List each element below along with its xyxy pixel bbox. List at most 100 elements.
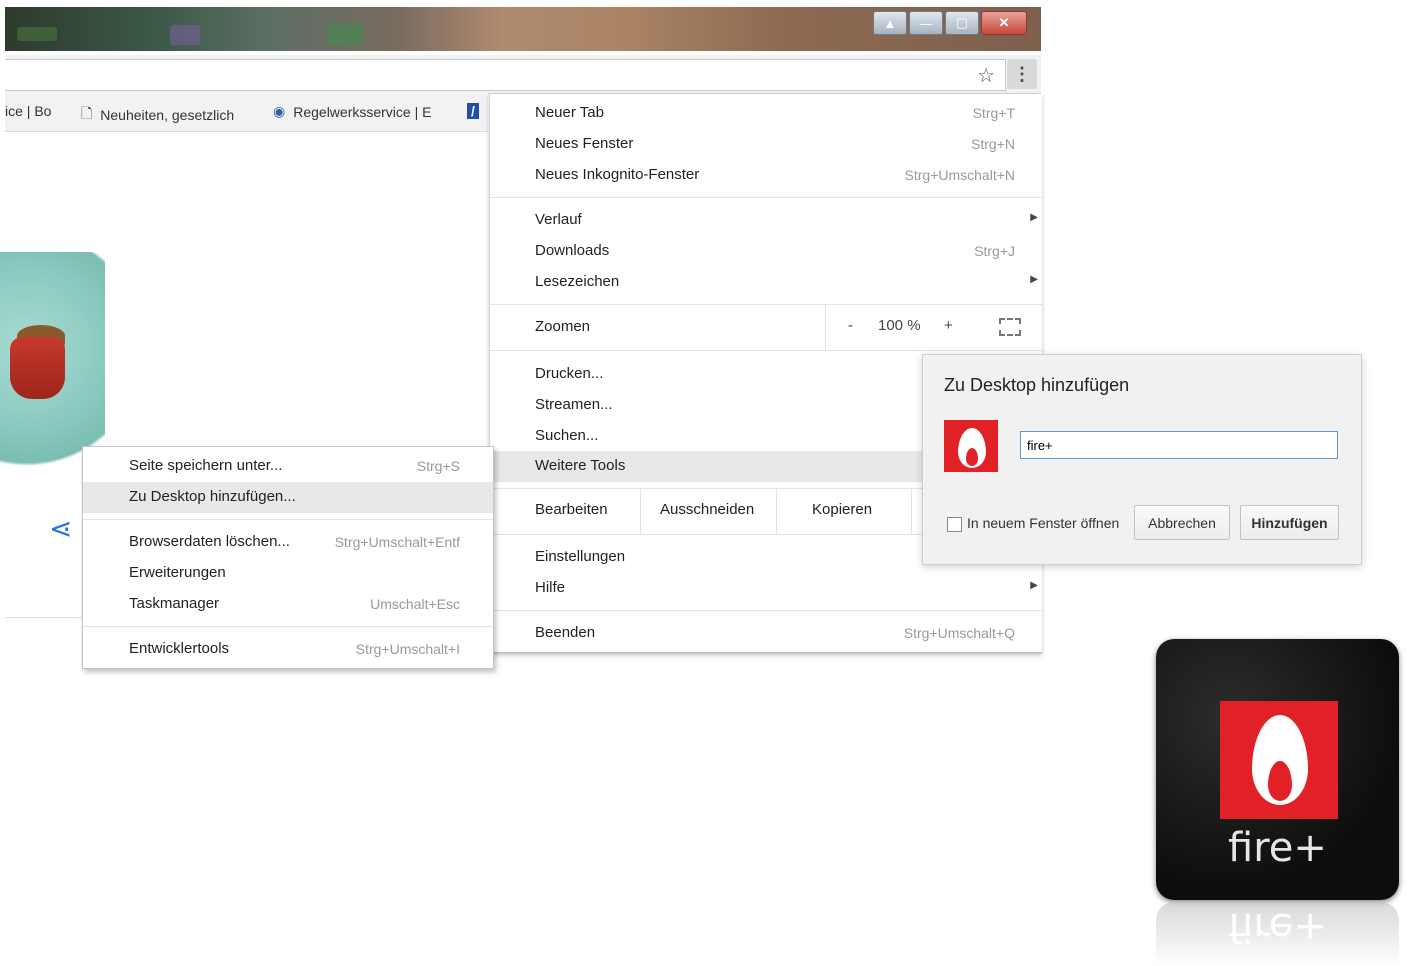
submenu-arrow-icon: ▶	[1030, 580, 1038, 591]
menu-item-shortcut: Strg+Umschalt+N	[904, 167, 1015, 183]
add-button-label: Hinzufügen	[1251, 514, 1328, 531]
submenu-item-dev-tools[interactable]: Entwicklertools Strg+Umschalt+I	[83, 634, 493, 665]
fullscreen-icon[interactable]	[999, 318, 1021, 336]
window-titlebar: ▲ — ▢ ✕	[5, 7, 1041, 51]
bookmark-star-icon[interactable]: ☆	[977, 63, 995, 88]
bookmark-label: ice | Bo	[5, 103, 52, 119]
menu-item-shortcut: Strg+Umschalt+Entf	[334, 534, 460, 550]
site-logo-icon: /	[467, 103, 479, 119]
account-icon[interactable]: ▲	[873, 11, 907, 35]
cut-button[interactable]: Ausschneiden	[640, 489, 777, 534]
menu-item-shortcut: Strg+J	[974, 243, 1015, 259]
menu-item-shortcut: Strg+Umschalt+I	[355, 641, 460, 657]
menu-item-label: Beenden	[535, 624, 596, 641]
menu-item-label: Drucken...	[535, 365, 604, 382]
menu-item-label: Einstellungen	[535, 548, 626, 565]
add-to-desktop-dialog: Zu Desktop hinzufügen In neuem Fenster ö…	[922, 354, 1362, 565]
bookmark-item[interactable]: 🗋 Neuheiten, gesetzlich	[81, 103, 234, 127]
menu-item-shortcut: Strg+S	[416, 458, 460, 474]
fire-app-icon	[944, 420, 998, 472]
menu-item-help[interactable]: Hilfe ▶	[490, 573, 1042, 604]
fire-app-large-icon	[1220, 701, 1338, 819]
share-icon[interactable]: ⋖	[49, 512, 72, 545]
submenu-item-clear-data[interactable]: Browserdaten löschen... Strg+Umschalt+En…	[83, 527, 493, 558]
close-button[interactable]: ✕	[981, 11, 1027, 35]
browser-toolbar: ☆ ⋮	[5, 55, 1041, 94]
menu-separator	[490, 350, 1042, 351]
menu-item-label: Verlauf	[535, 211, 582, 228]
menu-item-label: Suchen...	[535, 427, 599, 444]
menu-item-label: Erweiterungen	[129, 564, 226, 581]
open-new-window-label: In neuem Fenster öffnen	[967, 515, 1120, 531]
tile-label: fire+	[1228, 825, 1327, 871]
tile-reflection-label: fire+	[1228, 904, 1327, 950]
page-icon: 🗋	[81, 105, 93, 121]
menu-item-label: Neues Inkognito-Fenster	[535, 166, 700, 183]
menu-item-exit[interactable]: Beenden Strg+Umschalt+Q	[490, 618, 1042, 649]
acorn-character-illustration	[10, 337, 65, 399]
zoom-in-button[interactable]: +	[944, 317, 953, 334]
menu-item-label: Neuer Tab	[535, 104, 604, 121]
minimize-button[interactable]: —	[909, 11, 943, 35]
menu-item-history[interactable]: Verlauf ▶	[490, 205, 1042, 236]
menu-item-label: Zu Desktop hinzufügen...	[129, 488, 296, 505]
menu-item-new-incognito[interactable]: Neues Inkognito-Fenster Strg+Umschalt+N	[490, 160, 1042, 191]
menu-item-shortcut: Strg+T	[972, 105, 1015, 121]
menu-kebab-icon[interactable]: ⋮	[1007, 59, 1037, 89]
add-button[interactable]: Hinzufügen	[1240, 505, 1339, 540]
submenu-item-task-manager[interactable]: Taskmanager Umschalt+Esc	[83, 589, 493, 620]
submenu-item-save-page[interactable]: Seite speichern unter... Strg+S	[83, 451, 493, 482]
copy-label: Kopieren	[812, 501, 873, 518]
menu-item-label: Zoomen	[535, 318, 591, 335]
bookmark-item[interactable]: /	[467, 103, 479, 119]
menu-item-zoom: Zoomen - 100 % +	[490, 305, 1042, 350]
copy-button[interactable]: Kopieren	[776, 489, 912, 534]
globe-icon: ◉	[273, 103, 286, 119]
menu-item-bookmarks[interactable]: Lesezeichen ▶	[490, 267, 1042, 298]
bookmark-item[interactable]: ice | Bo	[5, 103, 51, 119]
menu-item-label: Weitere Tools	[535, 457, 626, 474]
menu-item-label: Hilfe	[535, 579, 566, 596]
menu-separator	[83, 626, 493, 627]
submenu-arrow-icon: ▶	[1030, 274, 1038, 285]
flame-core	[966, 448, 978, 466]
submenu-item-extensions[interactable]: Erweiterungen	[83, 558, 493, 589]
menu-item-label: Entwicklertools	[129, 640, 230, 657]
menu-item-label: Neues Fenster	[535, 135, 634, 152]
edit-label-cell: Bearbeiten	[490, 489, 641, 534]
tile-reflection: fire+	[1156, 902, 1399, 966]
menu-item-new-window[interactable]: Neues Fenster Strg+N	[490, 129, 1042, 160]
cancel-button[interactable]: Abbrechen	[1134, 505, 1230, 540]
submenu-item-add-to-desktop[interactable]: Zu Desktop hinzufügen...	[83, 482, 493, 513]
menu-item-label: Lesezeichen	[535, 273, 620, 290]
menu-item-label: Streamen...	[535, 396, 613, 413]
menu-item-downloads[interactable]: Downloads Strg+J	[490, 236, 1042, 267]
bookmarks-bar: ice | Bo 🗋 Neuheiten, gesetzlich ◉ Regel…	[5, 93, 488, 132]
app-name-input[interactable]	[1020, 431, 1338, 459]
desktop-shortcut-tile[interactable]: fire+	[1156, 639, 1399, 900]
menu-separator	[83, 519, 493, 520]
bookmark-item[interactable]: ◉ Regelwerksservice | E	[273, 103, 431, 120]
menu-item-label: Downloads	[535, 242, 610, 259]
open-new-window-checkbox[interactable]	[947, 517, 962, 532]
submenu-arrow-icon: ▶	[1030, 212, 1038, 223]
menu-item-shortcut: Strg+N	[971, 136, 1015, 152]
bookmark-label: Regelwerksservice | E	[293, 103, 432, 120]
zoom-out-button[interactable]: -	[848, 317, 853, 334]
cut-label: Ausschneiden	[660, 501, 755, 518]
bookmark-label: Neuheiten, gesetzlich	[100, 107, 235, 123]
maximize-button[interactable]: ▢	[945, 11, 979, 35]
address-bar[interactable]	[5, 59, 1006, 91]
more-tools-submenu: Seite speichern unter... Strg+S Zu Deskt…	[82, 446, 494, 669]
menu-item-label: Browserdaten löschen...	[129, 533, 290, 550]
flame-core	[1268, 761, 1292, 801]
menu-separator	[490, 610, 1042, 611]
menu-item-new-tab[interactable]: Neuer Tab Strg+T	[490, 98, 1042, 129]
menu-item-label: Taskmanager	[129, 595, 220, 612]
menu-item-label: Seite speichern unter...	[129, 457, 283, 474]
window-controls: ▲ — ▢ ✕	[873, 11, 1027, 37]
zoom-controls: - 100 % +	[825, 305, 1043, 350]
menu-item-label: Bearbeiten	[535, 501, 608, 518]
cancel-button-label: Abbrechen	[1148, 514, 1216, 531]
menu-item-shortcut: Umschalt+Esc	[370, 596, 460, 612]
